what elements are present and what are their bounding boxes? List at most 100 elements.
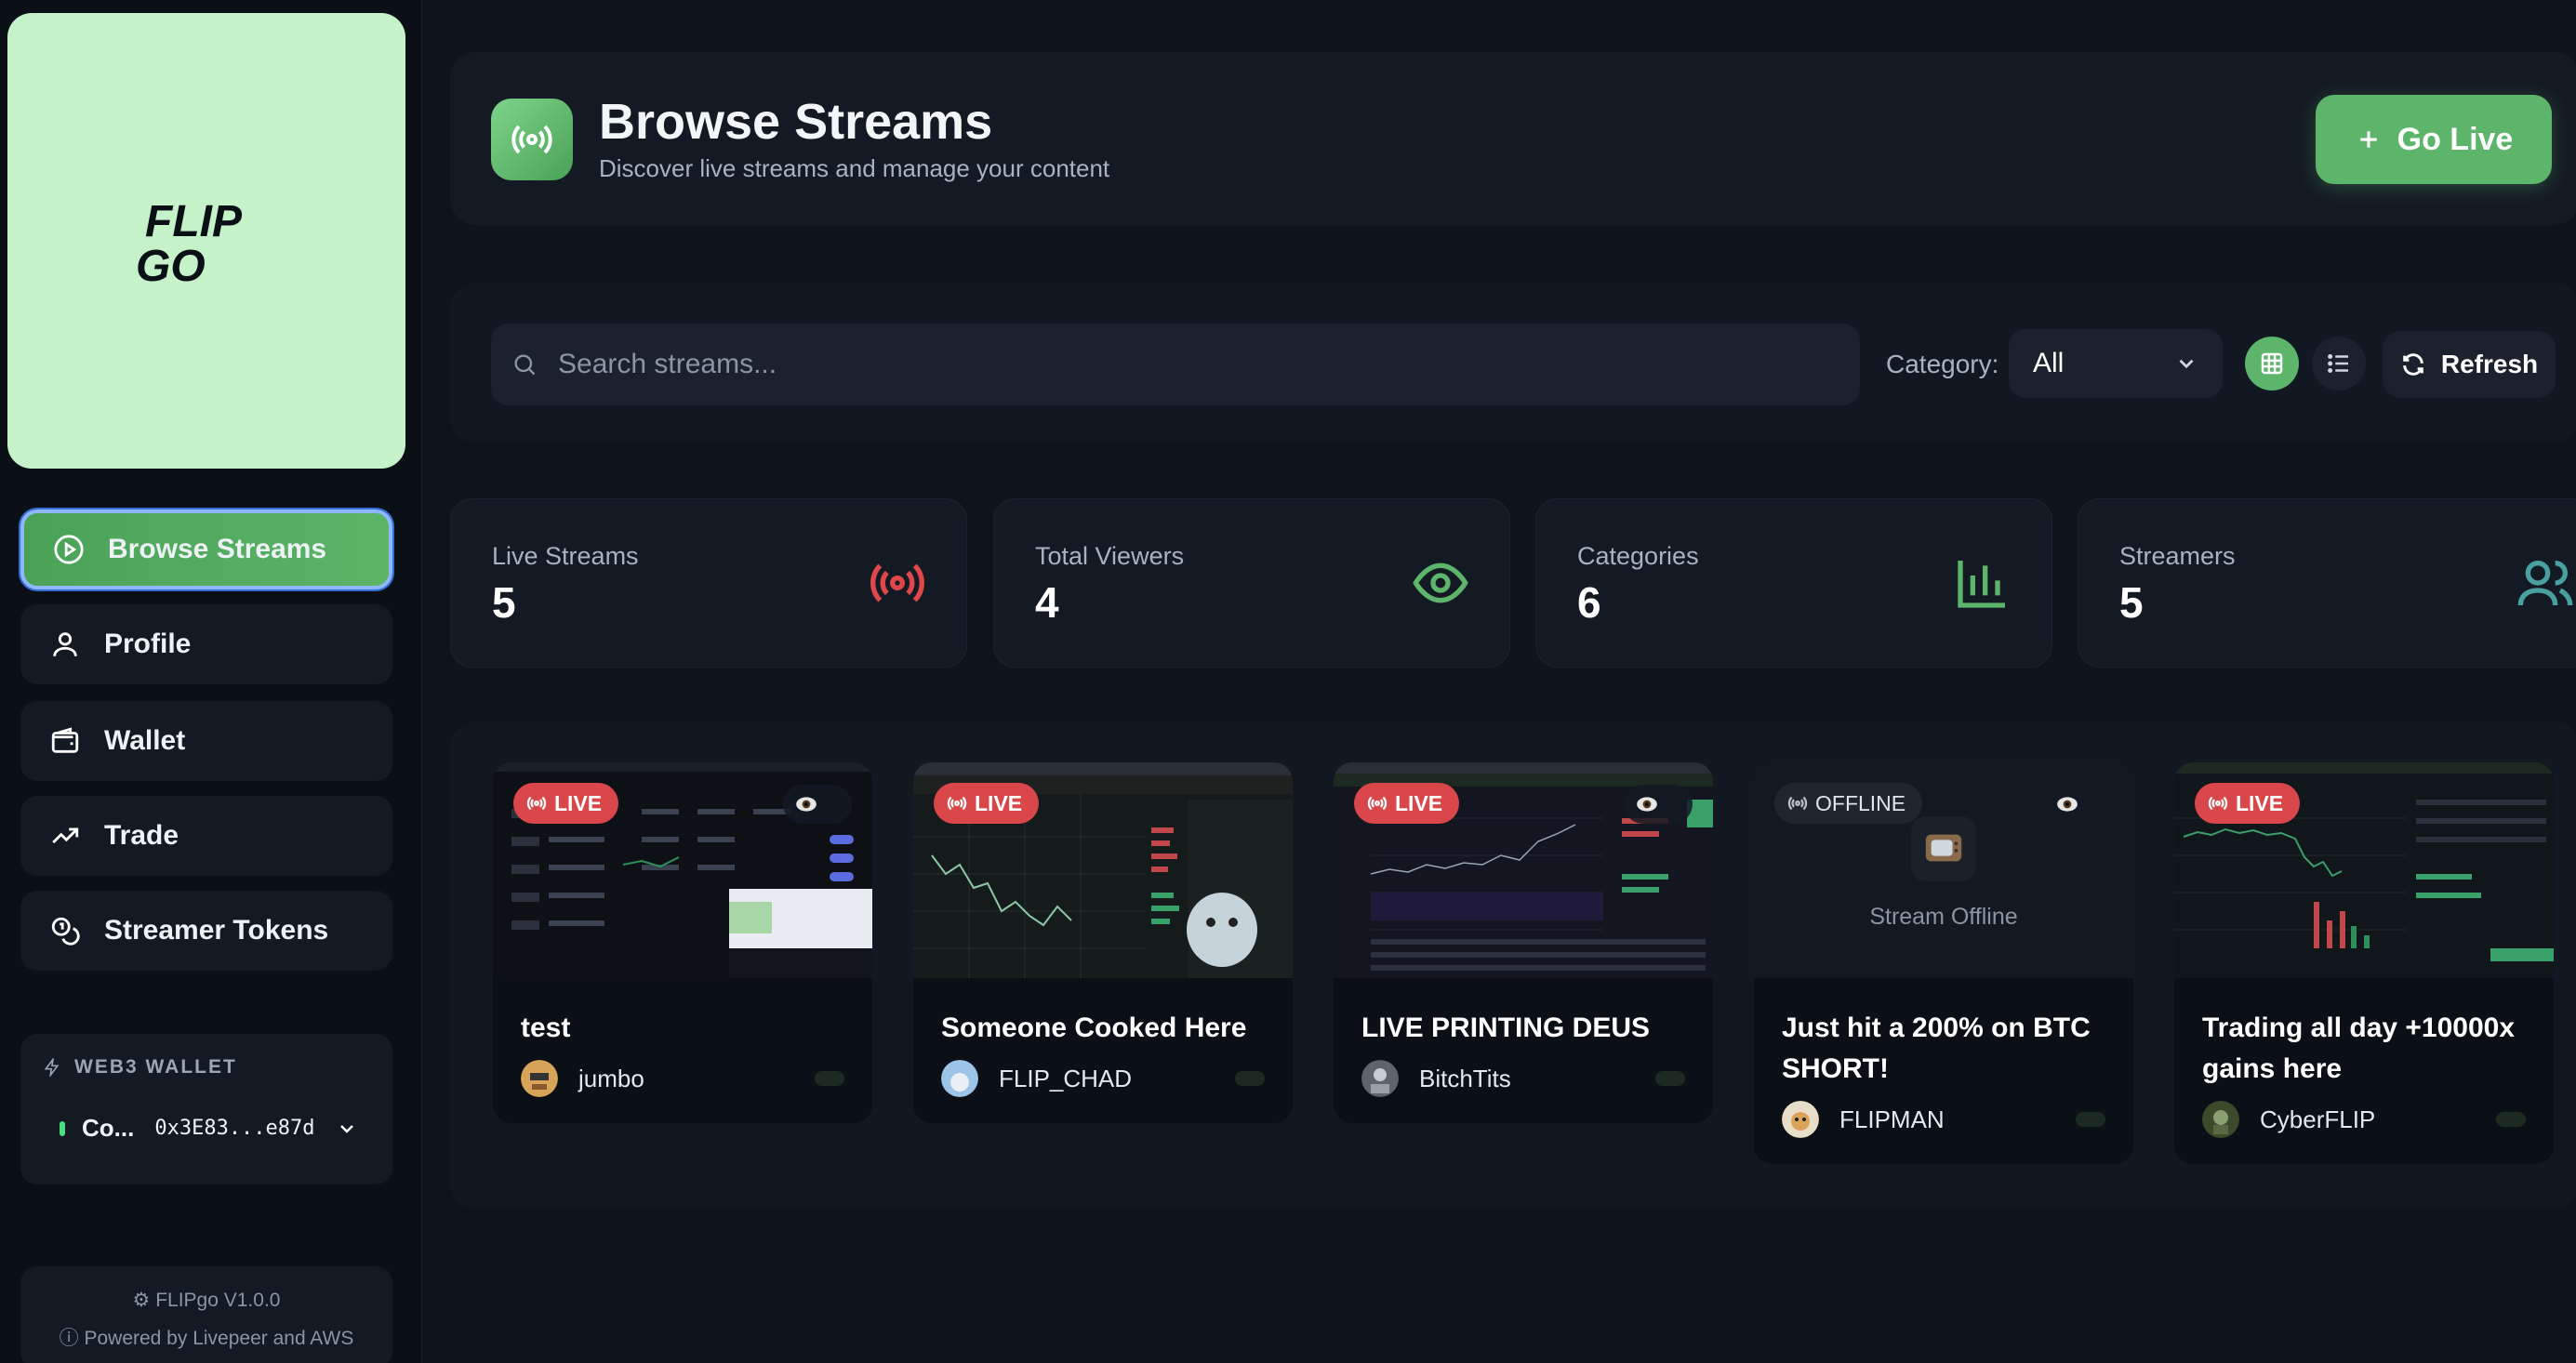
streamer-name: CyberFLIP [2260,1105,2376,1133]
sidebar-item-label: Browse Streams [108,534,327,564]
streamer-name: FLIP_CHAD [999,1064,1133,1092]
offline-message: Stream Offline [1869,904,2018,930]
sidebar-item-trade[interactable]: Trade [20,796,392,876]
app-version: FLIPgo V1.0.0 [155,1290,281,1311]
sidebar-item-label: Trade [104,820,179,851]
grid-icon [2261,352,2283,375]
page-header: Browse Streams Discover live streams and… [450,52,2576,225]
stream-title: Just hit a 200% on BTC SHORT! [1782,1012,2091,1084]
sidebar-item-wallet[interactable]: Wallet [20,701,392,781]
broadcast-icon [491,99,573,180]
streamer-name: BitchTits [1419,1064,1511,1092]
live-badge: LIVE [513,783,619,824]
stream-card[interactable]: LIVE Trading all day +10000x gains here … [2174,762,2554,1164]
sidebar-item-profile[interactable]: Profile [20,604,392,684]
category-label: Category: [1886,350,1999,378]
viewer-count-pill [783,785,852,824]
gear-icon: ⚙ [132,1290,156,1311]
avatar [2202,1101,2239,1138]
wallet-icon [48,724,82,758]
refresh-icon [2403,353,2423,376]
svg-text:GO: GO [136,242,206,291]
category-select[interactable]: All [2009,329,2223,398]
trending-up-icon [48,819,82,853]
avatar [941,1060,978,1097]
eye-emoji-icon [2057,797,2078,812]
bar-chart-icon [1953,553,2012,613]
stream-title: test [521,1012,571,1043]
stream-thumbnail[interactable]: OFFLINE Stream Offline [1754,762,2133,978]
sidebar-item-label: Wallet [104,725,186,756]
wallet-address: 0x3E83...e87d [154,1117,315,1140]
sidebar-item-streamer-tokens[interactable]: Streamer Tokens [20,891,392,971]
stream-thumbnail[interactable]: LIVE [493,762,872,978]
play-circle-icon [52,533,86,566]
broadcast-icon [2208,796,2228,811]
stream-card[interactable]: OFFLINE Stream Offline Just hit a 200% o… [1754,762,2133,1164]
stat-streamers: Streamers 5 [2078,498,2576,668]
stream-title: Trading all day +10000x gains here [2202,1012,2516,1084]
streams-grid: LIVE test jumbo LIVE Someone Cooked Here… [450,721,2576,1209]
avatar [521,1060,558,1097]
stream-card[interactable]: LIVE Someone Cooked Here FLIP_CHAD [913,762,1293,1123]
category-value: All [2033,348,2065,378]
users-icon [2516,553,2575,613]
user-icon [48,628,82,661]
viewer-count-pill [1624,785,1693,824]
viewer-pill [1655,1071,1685,1086]
app-logo[interactable]: FLIP GO [7,13,405,469]
sidebar-item-label: Profile [104,629,192,659]
eye-icon [1411,553,1470,613]
streamer-name: jumbo [578,1064,644,1092]
grid-view-button[interactable] [2245,337,2299,390]
stream-thumbnail[interactable]: LIVE [2174,762,2554,978]
stream-thumbnail[interactable]: LIVE [913,762,1293,978]
stream-card[interactable]: LIVE LIVE PRINTING DEUS BitchTits [1334,762,1713,1123]
stream-thumbnail[interactable]: LIVE [1334,762,1713,978]
chevron-down-icon [2179,359,2194,369]
sidebar-item-browse-streams[interactable]: Browse Streams [20,509,392,589]
viewer-pill [1235,1071,1265,1086]
wallet-title: WEB3 WALLET [74,1056,237,1078]
stat-categories: Categories 6 [1535,498,2052,668]
sidebar-item-label: Streamer Tokens [104,915,329,946]
wallet-connect-dropdown[interactable]: Co... 0x3E83...e87d [60,1114,358,1143]
sidebar: FLIP GO Browse Streams Profile Wallet Tr… [0,0,422,1363]
stream-card[interactable]: LIVE test jumbo [493,762,872,1123]
page-title: Browse Streams [599,94,993,150]
page-subtitle: Discover live streams and manage your co… [599,154,1110,182]
filter-bar: Category: All Refresh [450,283,2576,443]
broadcast-icon [1787,796,1808,811]
search-input[interactable] [558,349,1841,380]
avatar [1782,1101,1819,1138]
web3-wallet-panel: WEB3 WALLET Co... 0x3E83...e87d [20,1034,392,1184]
wallet-status-dot [60,1120,65,1136]
refresh-button[interactable]: Refresh [2383,331,2556,398]
list-icon [2328,354,2348,373]
stat-live-streams: Live Streams 5 [450,498,967,668]
live-badge: LIVE [934,783,1040,824]
lightning-icon [44,1058,60,1077]
search-icon [514,354,536,376]
broadcast-icon [1367,796,1388,811]
go-live-button[interactable]: Go Live [2316,95,2552,184]
viewer-pill [2496,1112,2526,1127]
help-circle-icon: ⓘ [59,1328,85,1349]
tv-icon [1911,816,1976,881]
eye-emoji-icon [1637,797,1657,812]
search-box[interactable] [491,324,1860,405]
powered-by: Powered by Livepeer and AWS [84,1328,354,1349]
stream-title: LIVE PRINTING DEUS [1361,1012,1651,1043]
broadcast-icon [868,553,927,613]
avatar [1361,1060,1399,1097]
viewer-pill [2076,1112,2105,1127]
list-view-button[interactable] [2312,337,2366,390]
streamer-name: FLIPMAN [1839,1105,1945,1133]
eye-emoji-icon [796,797,817,812]
flipgo-logo-icon: FLIP GO [136,197,243,291]
svg-text:FLIP: FLIP [145,197,243,246]
chevron-down-icon [339,1124,353,1133]
viewer-pill [815,1071,844,1086]
stream-title: Someone Cooked Here [941,1012,1247,1043]
plus-icon [2359,131,2377,148]
